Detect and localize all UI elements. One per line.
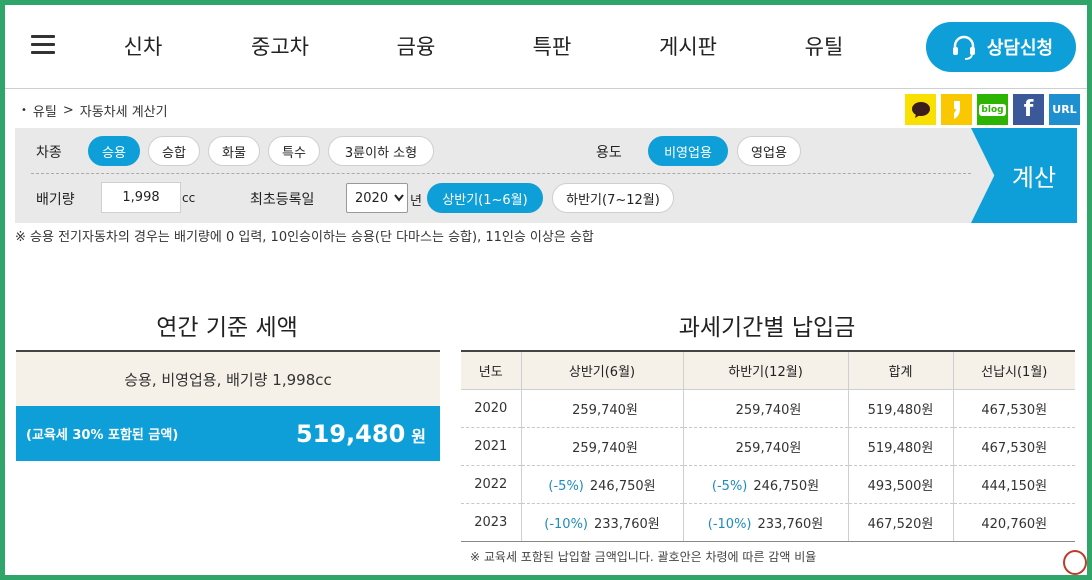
table-row: 2022 (-5%) 246,750원 (-5%) 246,750원 493,500… bbox=[461, 465, 1075, 504]
prepay-cell: 467,530원 bbox=[952, 427, 1075, 466]
prepay-cell: 420,760원 bbox=[952, 503, 1075, 542]
second-half-cell: 259,740원 bbox=[682, 389, 848, 428]
form-note: ※ 승용 전기자동차의 경우는 배기량에 0 입력, 10인승이하는 승용(단 … bbox=[15, 230, 594, 245]
top-navigation: 신차 중고차 금융 특판 게시판 유틸 상담신청 bbox=[5, 5, 1087, 89]
displacement-input[interactable]: 1,998 bbox=[101, 182, 181, 213]
nav-item-board[interactable]: 게시판 bbox=[659, 31, 717, 61]
column-header: 합계 bbox=[847, 350, 953, 390]
page-frame: 신차 중고차 금융 특판 게시판 유틸 상담신청 • 유틸 > 자동차세 계산기 bbox=[5, 5, 1087, 575]
table-row: 2023 (-10%) 233,760원 (-10%) 233,760원 467,5… bbox=[461, 503, 1075, 542]
usage-option[interactable]: 비영업용 bbox=[648, 136, 728, 166]
car-type-option[interactable]: 화물 bbox=[208, 136, 260, 166]
table-row: 2021 259,740원 259,740원 519,480원 467,530원 bbox=[461, 427, 1075, 466]
breadcrumb-current: 자동차세 계산기 bbox=[79, 105, 168, 120]
first-half-cell: (-10%) 233,760원 bbox=[520, 503, 683, 542]
prepay-cell: 444,150원 bbox=[952, 465, 1075, 504]
breadcrumb: • 유틸 > 자동차세 계산기 bbox=[21, 101, 168, 120]
year-cell: 2023 bbox=[461, 503, 521, 542]
select-arrow-icon bbox=[394, 194, 404, 202]
nav-item-utility[interactable]: 유틸 bbox=[805, 31, 844, 61]
column-header: 년도 bbox=[461, 350, 521, 390]
table-header-row: 년도 상반기(6월) 하반기(12월) 합계 선납시(1월) bbox=[461, 350, 1075, 390]
annual-tax-amount-row: (교육세 30% 포함된 금액) 519,480 원 bbox=[16, 406, 440, 461]
half-option-first[interactable]: 상반기(1~6월) bbox=[427, 183, 543, 213]
corner-logo-icon bbox=[1063, 550, 1087, 575]
annual-tax-summary: 승용, 비영업용, 배기량 1,998cc bbox=[16, 350, 440, 406]
kakaostory-icon[interactable] bbox=[941, 94, 972, 125]
first-half-cell: 259,740원 bbox=[520, 389, 683, 428]
annual-tax-title: 연간 기준 세액 bbox=[156, 315, 298, 341]
usage-option[interactable]: 영업용 bbox=[737, 136, 801, 166]
table-note: ※ 교육세 포함된 납입할 금액입니다. 괄호안은 차령에 따른 감액 비율 bbox=[470, 550, 817, 564]
first-half-cell: (-5%) 246,750원 bbox=[520, 465, 683, 504]
nav-item-used-car[interactable]: 중고차 bbox=[251, 31, 309, 61]
car-type-option[interactable]: 특수 bbox=[268, 136, 320, 166]
facebook-icon[interactable]: f bbox=[1013, 94, 1044, 125]
first-half-cell: 259,740원 bbox=[520, 427, 683, 466]
period-payment-table: 년도 상반기(6월) 하반기(12월) 합계 선납시(1월) 2020 259,… bbox=[461, 350, 1075, 542]
second-half-cell: (-10%) 233,760원 bbox=[682, 503, 848, 542]
second-half-cell: 259,740원 bbox=[682, 427, 848, 466]
breadcrumb-root[interactable]: 유틸 bbox=[33, 101, 57, 120]
breadcrumb-separator: > bbox=[62, 103, 74, 118]
url-icon[interactable]: URL bbox=[1049, 94, 1080, 125]
registration-year-suffix: 년 bbox=[410, 194, 422, 209]
car-type-option[interactable]: 승용 bbox=[88, 136, 140, 166]
year-cell: 2022 bbox=[461, 465, 521, 504]
registration-label: 최초등록일 bbox=[250, 192, 315, 208]
car-type-option[interactable]: 3륜이하 소형 bbox=[328, 136, 434, 166]
total-cell: 467,520원 bbox=[847, 503, 953, 542]
annual-tax-result: 승용, 비영업용, 배기량 1,998cc (교육세 30% 포함된 금액) 5… bbox=[16, 350, 440, 461]
consult-label: 상담신청 bbox=[986, 38, 1054, 59]
nav-item-special-sale[interactable]: 특판 bbox=[533, 31, 572, 61]
total-cell: 519,480원 bbox=[847, 389, 953, 428]
prepay-cell: 467,530원 bbox=[952, 389, 1075, 428]
registration-year-select[interactable]: 2020 bbox=[346, 183, 408, 213]
car-type-option[interactable]: 승합 bbox=[148, 136, 200, 166]
second-half-cell: (-5%) 246,750원 bbox=[682, 465, 848, 504]
total-cell: 519,480원 bbox=[847, 427, 953, 466]
headset-icon bbox=[952, 35, 975, 60]
column-header: 선납시(1월) bbox=[952, 350, 1075, 390]
displacement-unit: cc bbox=[182, 191, 196, 205]
period-payment-title: 과세기간별 납입금 bbox=[678, 315, 856, 341]
column-header: 상반기(6월) bbox=[520, 350, 683, 390]
usage-label: 용도 bbox=[596, 145, 622, 161]
half-option-second[interactable]: 하반기(7~12월) bbox=[552, 183, 674, 213]
share-buttons: blog f URL bbox=[905, 94, 1080, 125]
annual-tax-amount: 519,480 원 bbox=[295, 419, 426, 448]
kakaotalk-icon[interactable] bbox=[905, 94, 936, 125]
year-cell: 2020 bbox=[461, 389, 521, 428]
nav-item-new-car[interactable]: 신차 bbox=[124, 31, 163, 61]
menu-icon[interactable] bbox=[31, 35, 55, 55]
form-divider bbox=[31, 173, 971, 174]
amount-note: (교육세 30% 포함된 금액) bbox=[26, 428, 179, 443]
total-cell: 493,500원 bbox=[847, 465, 953, 504]
column-header: 하반기(12월) bbox=[682, 350, 848, 390]
registration-year-value: 2020 bbox=[355, 190, 389, 206]
nav-item-finance[interactable]: 금융 bbox=[397, 31, 436, 61]
year-cell: 2021 bbox=[461, 427, 521, 466]
displacement-label: 배기량 bbox=[36, 192, 75, 208]
car-type-label: 차종 bbox=[36, 145, 62, 161]
table-row: 2020 259,740원 259,740원 519,480원 467,530원 bbox=[461, 389, 1075, 428]
naver-blog-icon[interactable]: blog bbox=[977, 94, 1008, 125]
consult-button[interactable]: 상담신청 bbox=[926, 22, 1076, 72]
calculate-label: 계산 bbox=[1011, 164, 1057, 192]
